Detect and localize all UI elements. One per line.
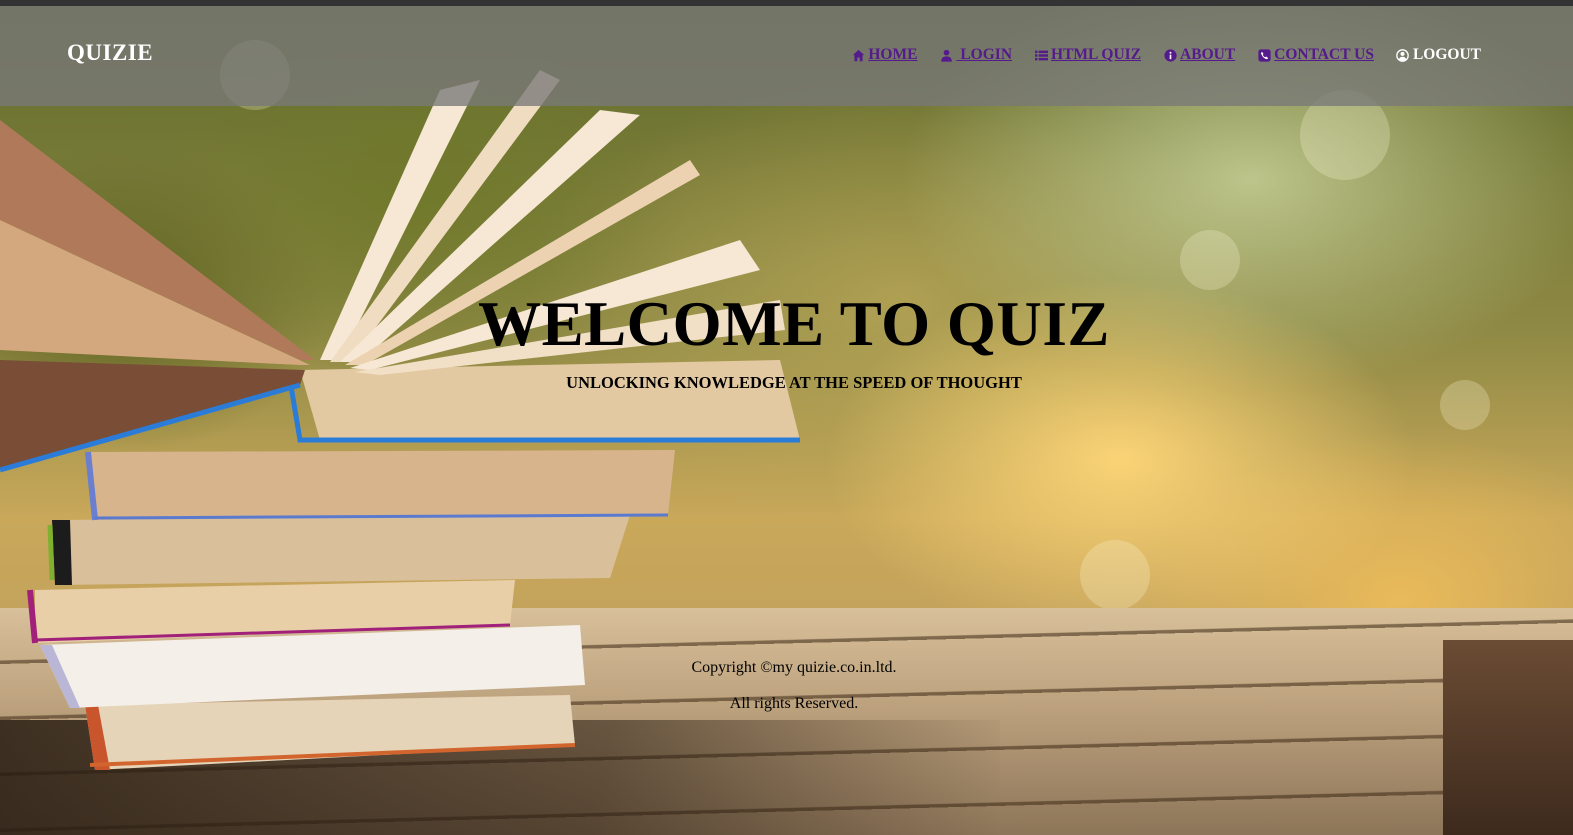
nav-contact-label: CONTACT US bbox=[1274, 46, 1374, 63]
nav-about-label: ABOUT bbox=[1180, 46, 1236, 63]
copyright-text: Copyright ©my quizie.co.in.ltd. bbox=[691, 659, 897, 676]
nav-logout-link[interactable]: LOGOUT bbox=[1396, 46, 1481, 64]
user-icon bbox=[939, 48, 953, 62]
hero-title: WELCOME TO QUIZ bbox=[478, 289, 1110, 359]
home-icon bbox=[851, 48, 865, 62]
main-nav: HOME LOGIN HTML QUIZ ABOUT CONTACT US LO… bbox=[851, 46, 1481, 64]
phone-icon bbox=[1257, 48, 1271, 62]
list-icon bbox=[1034, 48, 1048, 62]
nav-about-link[interactable]: ABOUT bbox=[1163, 46, 1235, 64]
nav-html-quiz-label: HTML QUIZ bbox=[1051, 46, 1142, 63]
hero-subtitle: UNLOCKING KNOWLEDGE AT THE SPEED OF THOU… bbox=[566, 373, 1022, 392]
info-icon bbox=[1163, 48, 1177, 62]
nav-login-label: LOGIN bbox=[956, 46, 1013, 63]
nav-logout-label: LOGOUT bbox=[1412, 46, 1481, 63]
page: QUIZIE HOME LOGIN HTML QUIZ ABOUT CONTAC… bbox=[0, 0, 1573, 835]
nav-html-quiz-link[interactable]: HTML QUIZ bbox=[1034, 46, 1141, 64]
navbar: QUIZIE HOME LOGIN HTML QUIZ ABOUT CONTAC… bbox=[0, 6, 1573, 106]
nav-contact-link[interactable]: CONTACT US bbox=[1257, 46, 1374, 64]
user-circle-icon bbox=[1396, 48, 1410, 62]
brand-logo[interactable]: QUIZIE bbox=[67, 40, 153, 66]
rights-text: All rights Reserved. bbox=[729, 695, 859, 712]
footer: Copyright ©my quizie.co.in.ltd. All righ… bbox=[0, 658, 1573, 730]
nav-login-link[interactable]: LOGIN bbox=[939, 46, 1012, 64]
nav-home-label: HOME bbox=[868, 46, 918, 63]
nav-home-link[interactable]: HOME bbox=[851, 46, 917, 64]
